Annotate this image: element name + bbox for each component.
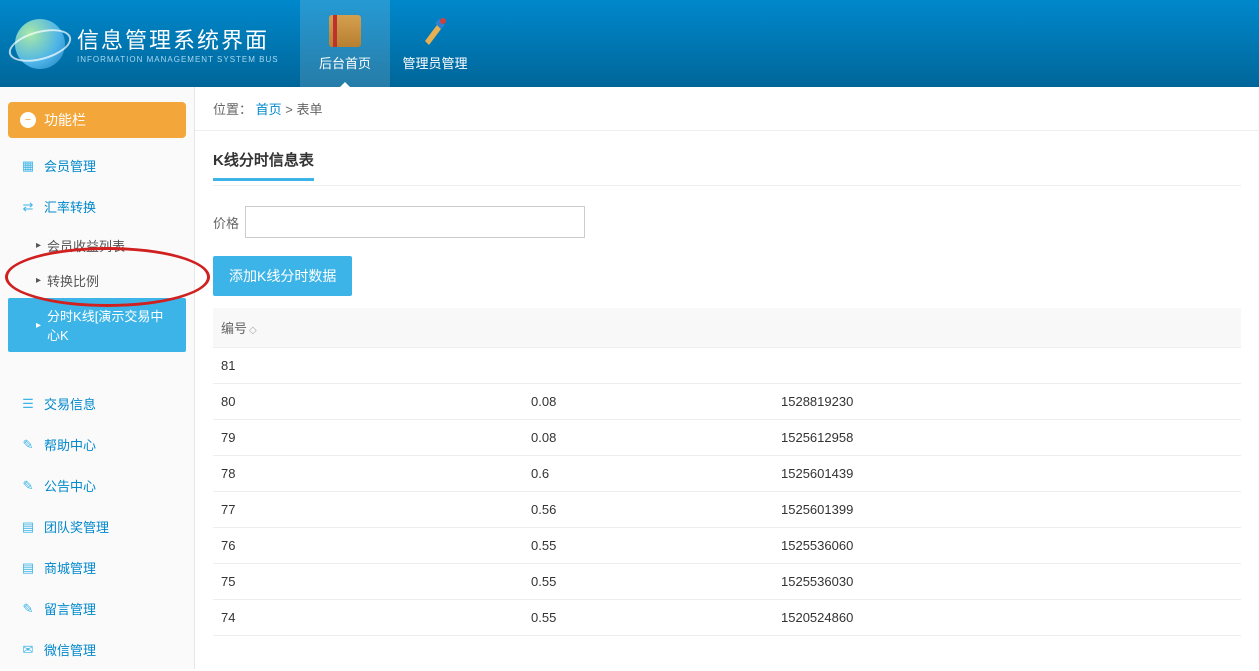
breadcrumb-current: 表单 bbox=[297, 102, 323, 117]
exchange-icon: ⇄ bbox=[20, 199, 36, 215]
edit-icon: ✎ bbox=[20, 437, 36, 453]
kline-table: 编号◇ 81800.081528819230790.08152561295878… bbox=[213, 308, 1241, 636]
nav-admin[interactable]: 管理员管理 bbox=[390, 0, 480, 87]
cell-id: 76 bbox=[213, 528, 523, 564]
cell-id: 78 bbox=[213, 456, 523, 492]
sidebar-item-wechat[interactable]: ✉ 微信管理 bbox=[8, 630, 186, 669]
table-row[interactable]: 740.551520524860 bbox=[213, 600, 1241, 636]
cell-time: 1525536030 bbox=[773, 564, 1241, 600]
cell-time bbox=[773, 348, 1241, 384]
sidebar-item-label: 商城管理 bbox=[44, 558, 96, 577]
add-kline-button[interactable]: 添加K线分时数据 bbox=[213, 256, 352, 296]
sidebar-item-mall[interactable]: ▤ 商城管理 bbox=[8, 548, 186, 587]
cell-time: 1525536060 bbox=[773, 528, 1241, 564]
sidebar-item-member[interactable]: ▦ 会员管理 bbox=[8, 146, 186, 185]
chat-icon: ✉ bbox=[20, 642, 36, 658]
sidebar-item-message[interactable]: ✎ 留言管理 bbox=[8, 589, 186, 628]
cell-id: 74 bbox=[213, 600, 523, 636]
sidebar-item-label: 交易信息 bbox=[44, 394, 96, 413]
cell-price: 0.08 bbox=[523, 420, 773, 456]
page-title: K线分时信息表 bbox=[213, 149, 314, 181]
price-input[interactable] bbox=[245, 206, 585, 238]
calendar-icon: ▤ bbox=[20, 519, 36, 535]
table-row[interactable]: 780.61525601439 bbox=[213, 456, 1241, 492]
cell-price: 0.55 bbox=[523, 600, 773, 636]
table-row[interactable]: 81 bbox=[213, 348, 1241, 384]
sidebar-item-trade[interactable]: ☰ 交易信息 bbox=[8, 384, 186, 423]
cell-time: 1525601399 bbox=[773, 492, 1241, 528]
table-header-id[interactable]: 编号◇ bbox=[213, 308, 523, 348]
nav-admin-label: 管理员管理 bbox=[402, 53, 467, 72]
table-header-price[interactable] bbox=[523, 308, 773, 348]
price-label: 价格 bbox=[213, 213, 239, 232]
breadcrumb-prefix: 位置： bbox=[213, 102, 252, 117]
cell-price: 0.6 bbox=[523, 456, 773, 492]
cell-price: 0.56 bbox=[523, 492, 773, 528]
admin-tools-icon bbox=[419, 15, 451, 47]
sidebar-sub-label: 分时K线[演示交易中心K bbox=[47, 306, 174, 344]
sidebar-sub-label: 转换比例 bbox=[47, 271, 99, 290]
app-header: 信息管理系统界面 INFORMATION MANAGEMENT SYSTEM B… bbox=[0, 0, 1259, 87]
table-row[interactable]: 760.551525536060 bbox=[213, 528, 1241, 564]
logo-icon bbox=[15, 19, 65, 69]
nav-home-label: 后台首页 bbox=[319, 53, 371, 72]
sidebar-header-label: 功能栏 bbox=[44, 110, 86, 130]
table-row[interactable]: 770.561525601399 bbox=[213, 492, 1241, 528]
cell-time: 1520524860 bbox=[773, 600, 1241, 636]
breadcrumb: 位置： 首页 > 表单 bbox=[195, 87, 1259, 131]
sidebar-item-label: 留言管理 bbox=[44, 599, 96, 618]
cell-price: 0.55 bbox=[523, 564, 773, 600]
calendar-icon: ▤ bbox=[20, 560, 36, 576]
cell-time: 1525601439 bbox=[773, 456, 1241, 492]
price-form-row: 价格 bbox=[213, 206, 1241, 238]
edit-icon: ✎ bbox=[20, 478, 36, 494]
cell-id: 80 bbox=[213, 384, 523, 420]
sidebar-item-label: 微信管理 bbox=[44, 640, 96, 659]
minus-icon: − bbox=[20, 112, 36, 128]
cell-price: 0.08 bbox=[523, 384, 773, 420]
sidebar-sub-earnings[interactable]: 会员收益列表 bbox=[8, 228, 186, 263]
sort-icon: ◇ bbox=[249, 325, 257, 336]
cell-price bbox=[523, 348, 773, 384]
cell-id: 79 bbox=[213, 420, 523, 456]
users-icon: ▦ bbox=[20, 158, 36, 174]
sidebar-item-label: 团队奖管理 bbox=[44, 517, 109, 536]
main-content: 位置： 首页 > 表单 K线分时信息表 价格 添加K线分时数据 编号◇ bbox=[195, 87, 1259, 671]
cell-price: 0.55 bbox=[523, 528, 773, 564]
sidebar-item-label: 公告中心 bbox=[44, 476, 96, 495]
cell-time: 1528819230 bbox=[773, 384, 1241, 420]
sidebar: − 功能栏 ▦ 会员管理 ⇄ 汇率转换 会员收益列表 转换比例 分时K线[演示交… bbox=[0, 87, 195, 669]
sidebar-item-team[interactable]: ▤ 团队奖管理 bbox=[8, 507, 186, 546]
table-header-time[interactable] bbox=[773, 308, 1241, 348]
app-title: 信息管理系统界面 bbox=[77, 23, 279, 55]
sidebar-item-label: 会员管理 bbox=[44, 156, 96, 175]
table-row[interactable]: 750.551525536030 bbox=[213, 564, 1241, 600]
logo-area: 信息管理系统界面 INFORMATION MANAGEMENT SYSTEM B… bbox=[0, 0, 300, 87]
cell-id: 75 bbox=[213, 564, 523, 600]
sidebar-item-help[interactable]: ✎ 帮助中心 bbox=[8, 425, 186, 464]
cell-time: 1525612958 bbox=[773, 420, 1241, 456]
sidebar-sub-kline[interactable]: 分时K线[演示交易中心K bbox=[8, 298, 186, 352]
app-subtitle: INFORMATION MANAGEMENT SYSTEM BUS bbox=[77, 55, 279, 64]
table-row[interactable]: 790.081525612958 bbox=[213, 420, 1241, 456]
book-icon bbox=[329, 15, 361, 47]
sidebar-item-label: 帮助中心 bbox=[44, 435, 96, 454]
sidebar-header[interactable]: − 功能栏 bbox=[8, 102, 186, 138]
nav-home[interactable]: 后台首页 bbox=[300, 0, 390, 87]
cell-id: 81 bbox=[213, 348, 523, 384]
list-icon: ☰ bbox=[20, 396, 36, 412]
sidebar-item-label: 汇率转换 bbox=[44, 197, 96, 216]
sidebar-sub-label: 会员收益列表 bbox=[47, 236, 125, 255]
top-nav: 后台首页 管理员管理 bbox=[300, 0, 480, 87]
sidebar-item-exchange[interactable]: ⇄ 汇率转换 bbox=[8, 187, 186, 226]
table-row[interactable]: 800.081528819230 bbox=[213, 384, 1241, 420]
sidebar-item-announce[interactable]: ✎ 公告中心 bbox=[8, 466, 186, 505]
breadcrumb-sep: > bbox=[285, 102, 296, 117]
breadcrumb-home[interactable]: 首页 bbox=[256, 102, 282, 117]
sidebar-sub-ratio[interactable]: 转换比例 bbox=[8, 263, 186, 298]
cell-id: 77 bbox=[213, 492, 523, 528]
edit-icon: ✎ bbox=[20, 601, 36, 617]
